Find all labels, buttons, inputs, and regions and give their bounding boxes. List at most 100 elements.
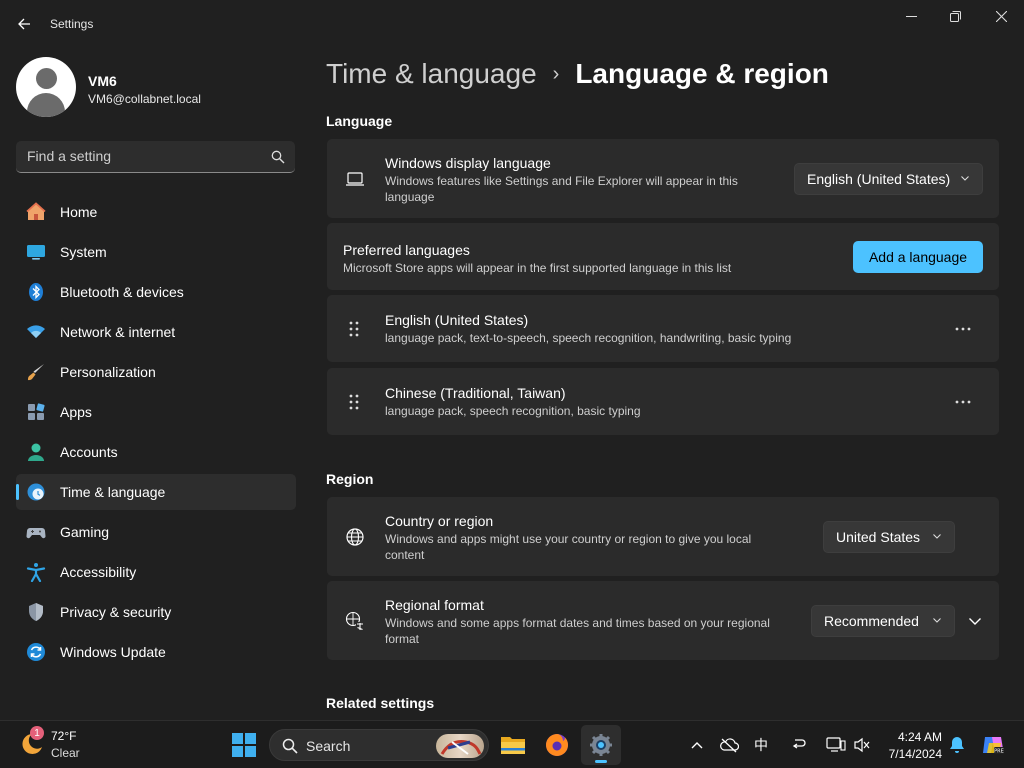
sidebar-item-accessibility[interactable]: Accessibility (16, 554, 296, 590)
find-setting-search[interactable] (16, 141, 295, 173)
page-title: Language & region (575, 58, 829, 89)
display-language-description: Windows features like Settings and File … (385, 174, 738, 204)
preferred-languages-title: Preferred languages (343, 242, 470, 258)
ime-mode-indicator[interactable]: 中 (751, 735, 771, 755)
expand-chevron-icon[interactable] (967, 614, 983, 628)
home-icon (26, 202, 46, 222)
sidebar-item-windows-update[interactable]: Windows Update (16, 634, 296, 670)
display-language-dropdown[interactable]: English (United States) (794, 163, 983, 195)
section-title-region: Region (326, 471, 374, 487)
bluetooth-icon (26, 282, 46, 302)
sidebar-item-label: Network & internet (60, 324, 176, 340)
file-explorer-taskbar-icon[interactable] (493, 725, 533, 765)
sidebar-item-label: Accessibility (60, 564, 137, 580)
regional-format-title: Regional format (385, 597, 484, 613)
sidebar-item-label: Home (60, 204, 98, 220)
title-bar: Settings (0, 0, 1024, 48)
display-language-value: English (United States) (807, 171, 951, 187)
more-options-icon[interactable] (955, 394, 971, 410)
active-app-indicator (595, 760, 607, 763)
weather-temp[interactable]: 72°F (51, 729, 76, 743)
app-title: Settings (50, 17, 94, 31)
accessibility-icon (26, 562, 46, 582)
taskbar-search[interactable]: Search (269, 729, 489, 761)
ime-switch-icon[interactable] (789, 735, 809, 755)
close-button[interactable] (978, 4, 1024, 28)
country-region-dropdown[interactable]: United States (823, 521, 955, 553)
sidebar-item-gaming[interactable]: Gaming (16, 514, 296, 550)
chevron-down-icon (933, 534, 941, 539)
sidebar-item-label: Time & language (60, 484, 166, 500)
notification-bell-icon[interactable] (947, 735, 967, 755)
time-language-icon (26, 482, 46, 502)
maximize-button[interactable] (932, 4, 978, 28)
sidebar-item-bluetooth[interactable]: Bluetooth & devices (16, 274, 296, 310)
gamepad-icon (26, 522, 46, 542)
weather-badge: 1 (30, 726, 44, 740)
search-highlight-image (436, 734, 484, 758)
chevron-down-icon (933, 618, 941, 623)
language-item[interactable]: English (United States) language pack, t… (327, 295, 999, 362)
language-features: language pack, speech recognition, basic… (385, 404, 641, 418)
profile-email: VM6@collabnet.local (88, 92, 201, 106)
network-icon[interactable] (826, 735, 846, 755)
sidebar-item-personalization[interactable]: Personalization (16, 354, 296, 390)
onedrive-offline-icon[interactable] (719, 735, 739, 755)
search-icon[interactable] (271, 150, 285, 164)
volume-muted-icon[interactable] (852, 735, 872, 755)
sidebar-nav: Home System Bluetooth & devices Network … (16, 194, 296, 674)
regional-format-value: Recommended (824, 613, 919, 629)
breadcrumb-parent[interactable]: Time & language (326, 58, 537, 90)
display-language-title: Windows display language (385, 155, 551, 171)
country-region-value: United States (836, 529, 921, 545)
weather-condition[interactable]: Clear (51, 746, 80, 760)
sidebar-item-accounts[interactable]: Accounts (16, 434, 296, 470)
sidebar-item-network[interactable]: Network & internet (16, 314, 296, 350)
sidebar-item-label: Gaming (60, 524, 110, 540)
shield-icon (26, 602, 46, 622)
drag-handle-icon[interactable] (348, 320, 360, 338)
drag-handle-icon[interactable] (348, 393, 360, 411)
sidebar-item-system[interactable]: System (16, 234, 296, 270)
add-language-button[interactable]: Add a language (853, 241, 983, 273)
apps-icon (26, 402, 46, 422)
preferred-languages-description: Microsoft Store apps will appear in the … (343, 261, 732, 275)
language-features: language pack, text-to-speech, speech re… (385, 331, 792, 345)
breadcrumb-separator: › (552, 62, 560, 85)
sidebar-item-label: System (60, 244, 107, 260)
regional-format-icon (345, 611, 365, 631)
firefox-taskbar-icon[interactable] (537, 725, 577, 765)
more-options-icon[interactable] (955, 321, 971, 337)
windows-start-icon[interactable] (232, 733, 256, 757)
settings-taskbar-icon[interactable] (581, 725, 621, 765)
profile-name: VM6 (88, 73, 117, 89)
sidebar-item-label: Windows Update (60, 644, 166, 660)
laptop-icon (345, 169, 365, 189)
sidebar-item-label: Privacy & security (60, 604, 172, 620)
system-icon (26, 242, 46, 262)
clock-time[interactable]: 4:24 AM (884, 730, 942, 744)
copilot-icon[interactable]: PRE (981, 733, 1005, 757)
sidebar-item-privacy-security[interactable]: Privacy & security (16, 594, 296, 630)
sidebar-item-home[interactable]: Home (16, 194, 296, 230)
back-arrow-icon[interactable] (12, 12, 36, 36)
avatar[interactable] (16, 57, 76, 117)
sidebar-item-time-language[interactable]: Time & language (16, 474, 296, 510)
show-hidden-icons-chevron-icon[interactable] (687, 735, 707, 755)
taskbar: 1 72°F Clear Search 中 4:24 AM 7/14/2024 (0, 720, 1024, 768)
update-icon (26, 642, 46, 662)
minimize-button[interactable] (888, 4, 934, 28)
section-title-language: Language (326, 113, 393, 129)
regional-format-dropdown[interactable]: Recommended (811, 605, 955, 637)
sidebar-item-apps[interactable]: Apps (16, 394, 296, 430)
search-input[interactable] (27, 148, 257, 164)
accounts-icon (26, 442, 46, 462)
language-name: Chinese (Traditional, Taiwan) (385, 385, 566, 401)
language-name: English (United States) (385, 312, 529, 328)
breadcrumb: Time & language › Language & region (326, 58, 829, 90)
country-region-description: Windows and apps might use your country … (385, 532, 752, 562)
clock-date[interactable]: 7/14/2024 (884, 747, 942, 761)
chevron-down-icon (961, 176, 969, 181)
sidebar-item-label: Accounts (60, 444, 118, 460)
language-item[interactable]: Chinese (Traditional, Taiwan) language p… (327, 368, 999, 435)
